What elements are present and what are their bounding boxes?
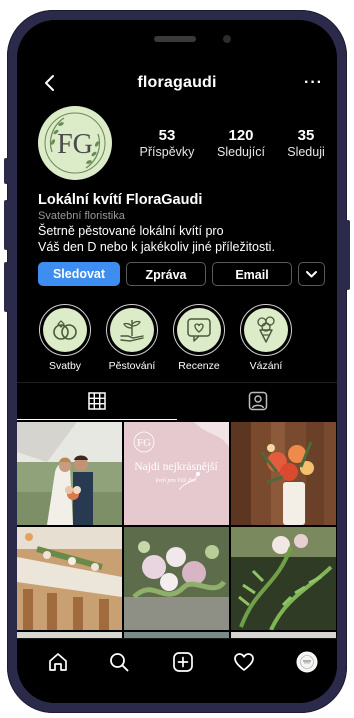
username: floragaudi xyxy=(137,74,217,91)
post-thumbnail[interactable] xyxy=(231,527,336,630)
stat-posts[interactable]: 53 Příspěvky xyxy=(137,127,197,159)
home-icon[interactable] xyxy=(47,651,69,673)
post-thumbnail[interactable] xyxy=(17,422,122,525)
profile-category: Svatební floristika xyxy=(38,210,125,222)
search-icon[interactable] xyxy=(108,651,130,673)
profile-name: Lokální kvítí FloraGaudi xyxy=(38,192,203,208)
add-post-icon[interactable] xyxy=(172,651,194,673)
chevron-down-icon xyxy=(306,271,317,278)
highlight-label: Vázání xyxy=(249,360,283,372)
speaker xyxy=(154,36,196,42)
highlight-label: Pěstování xyxy=(108,360,156,372)
grid-tab[interactable] xyxy=(17,383,177,421)
bio-line: Váš den D nebo k jakékoliv jiné příležit… xyxy=(38,240,275,254)
stat-value: 35 xyxy=(297,127,315,144)
bottom-navigation xyxy=(17,638,337,703)
highlight-label: Recenze xyxy=(178,360,220,372)
stat-label: Příspěvky xyxy=(139,145,195,159)
svg-text:FG: FG xyxy=(57,129,93,160)
highlight-svatby[interactable]: Svatby xyxy=(38,304,92,372)
post-thumbnail[interactable] xyxy=(231,422,336,525)
svg-text:Najdi nejkrásnější: Najdi nejkrásnější xyxy=(134,461,218,473)
svg-text:kvítí pro Váš den: kvítí pro Váš den xyxy=(156,478,197,484)
bouquet-icon xyxy=(257,316,275,343)
highlight-vazani[interactable]: Vázání xyxy=(239,304,293,372)
heart-icon[interactable] xyxy=(233,651,255,673)
grid-icon xyxy=(88,392,106,410)
suggestions-button[interactable] xyxy=(298,262,325,286)
plant-hand-icon xyxy=(120,320,144,342)
profile-tabs xyxy=(17,382,337,421)
heart-message-icon xyxy=(187,318,211,342)
follow-button[interactable]: Sledovat xyxy=(38,262,120,286)
profile-avatar[interactable] xyxy=(296,651,318,673)
highlight-recenze[interactable]: Recenze xyxy=(172,304,226,372)
stat-value: 120 xyxy=(228,127,254,144)
post-thumbnail[interactable] xyxy=(124,527,229,630)
highlight-pestovani[interactable]: Pěstování xyxy=(105,304,159,372)
email-button[interactable]: Email xyxy=(212,262,292,286)
post-thumbnail[interactable] xyxy=(17,527,122,630)
message-button[interactable]: Zpráva xyxy=(126,262,206,286)
highlight-label: Svatby xyxy=(48,360,82,372)
svg-text:FG: FG xyxy=(137,437,151,449)
phone-side-button xyxy=(4,200,8,250)
stat-followers[interactable]: 120 Sledující xyxy=(213,127,269,159)
phone-side-button xyxy=(4,158,8,184)
active-tab-indicator xyxy=(17,419,177,420)
tagged-tab[interactable] xyxy=(177,383,337,421)
phone-side-button xyxy=(4,262,8,312)
stat-following[interactable]: 35 Sleduji xyxy=(281,127,331,159)
fg-logo: FG xyxy=(44,112,106,174)
profile-header: floragaudi ··· xyxy=(17,72,337,96)
profile-avatar[interactable]: FG xyxy=(38,106,112,180)
rings-icon xyxy=(53,320,77,340)
phone-screen: floragaudi ··· FG 53 Příspěvky 120 Sledu… xyxy=(17,20,337,703)
more-options-icon[interactable]: ··· xyxy=(304,74,323,92)
stat-value: 53 xyxy=(158,127,176,144)
tagged-person-icon xyxy=(248,391,268,411)
stat-label: Sleduji xyxy=(287,145,325,159)
front-camera xyxy=(223,35,231,43)
bio-line: Šetrně pěstované lokální kvítí pro xyxy=(38,224,224,238)
phone-side-button xyxy=(346,220,350,290)
stat-label: Sledující xyxy=(217,145,265,159)
post-thumbnail[interactable]: FG Najdi nejkrásnější kvítí pro Váš den xyxy=(124,422,229,525)
